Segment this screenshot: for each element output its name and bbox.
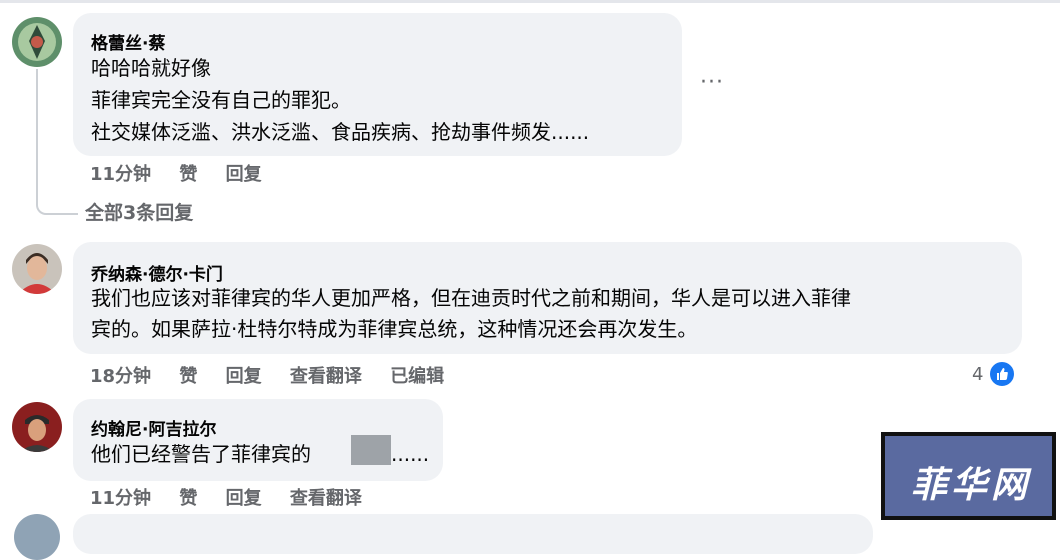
comment-text-line: 哈哈哈就好像 (91, 56, 211, 80)
avatar (14, 514, 60, 560)
site-watermark: 菲华网 (881, 432, 1056, 520)
comment-text-line: 他们已经警告了菲律宾的 (91, 442, 311, 466)
comment-actions: 11分钟 赞 回复 (90, 160, 284, 186)
thumbs-up-icon[interactable] (988, 360, 1016, 388)
comment-author[interactable]: 乔纳森·德尔·卡门 (91, 260, 223, 285)
comment-text-line: 我们也应该对菲律宾的华人更加严格，但在迪贡时代之前和期间，华人是可以进入菲律 (91, 286, 851, 310)
comment-text-line: 宾的。如果萨拉·杜特尔特成为菲律宾总统，这种情况还会再次发生。 (91, 317, 698, 341)
previous-comment-divider (0, 0, 1060, 3)
comment-text-line: 社交媒体泛滥、洪水泛滥、食品疾病、抢劫事件频发...... (91, 120, 590, 144)
like-button[interactable]: 赞 (179, 164, 197, 185)
reply-button[interactable]: 回复 (226, 366, 262, 387)
comment-text-line: 菲律宾完全没有自己的罪犯。 (91, 88, 351, 112)
comment-bubble (73, 514, 873, 554)
avatar[interactable] (12, 402, 62, 452)
see-translation-button[interactable]: 查看翻译 (290, 366, 362, 387)
like-button[interactable]: 赞 (179, 366, 197, 387)
timestamp[interactable]: 11分钟 (90, 164, 151, 185)
timestamp[interactable]: 18分钟 (90, 366, 151, 387)
reply-button[interactable]: 回复 (226, 488, 262, 509)
timestamp[interactable]: 11分钟 (90, 488, 151, 509)
comment-bubble: 约翰尼·阿吉拉尔 他们已经警告了菲律宾的 ...... (73, 399, 443, 481)
edited-label: 已编辑 (390, 366, 445, 387)
avatar[interactable] (12, 17, 62, 67)
redacted-text (351, 435, 391, 465)
comment-author[interactable]: 格蕾丝·蔡 (91, 29, 165, 54)
reaction-count[interactable]: 4 (972, 364, 983, 385)
watermark-logo: 菲华网 (911, 464, 1032, 506)
view-replies-link[interactable]: 全部3条回复 (85, 198, 193, 225)
like-button[interactable]: 赞 (179, 488, 197, 509)
comment-actions: 18分钟 赞 回复 查看翻译 已编辑 (90, 362, 466, 388)
comment-author[interactable]: 约翰尼·阿吉拉尔 (91, 415, 216, 440)
see-translation-button[interactable]: 查看翻译 (290, 488, 362, 509)
comment-actions: 11分钟 赞 回复 查看翻译 (90, 484, 384, 510)
reply-thread-connector (36, 69, 78, 215)
comment-bubble: 格蕾丝·蔡 哈哈哈就好像 菲律宾完全没有自己的罪犯。 社交媒体泛滥、洪水泛滥、食… (73, 13, 682, 156)
more-options-icon[interactable]: ··· (700, 70, 724, 95)
comment-text-line: ...... (391, 442, 430, 466)
avatar[interactable] (12, 244, 62, 294)
comment-bubble: 乔纳森·德尔·卡门 我们也应该对菲律宾的华人更加严格，但在迪贡时代之前和期间，华… (73, 242, 1022, 354)
reply-button[interactable]: 回复 (226, 164, 262, 185)
